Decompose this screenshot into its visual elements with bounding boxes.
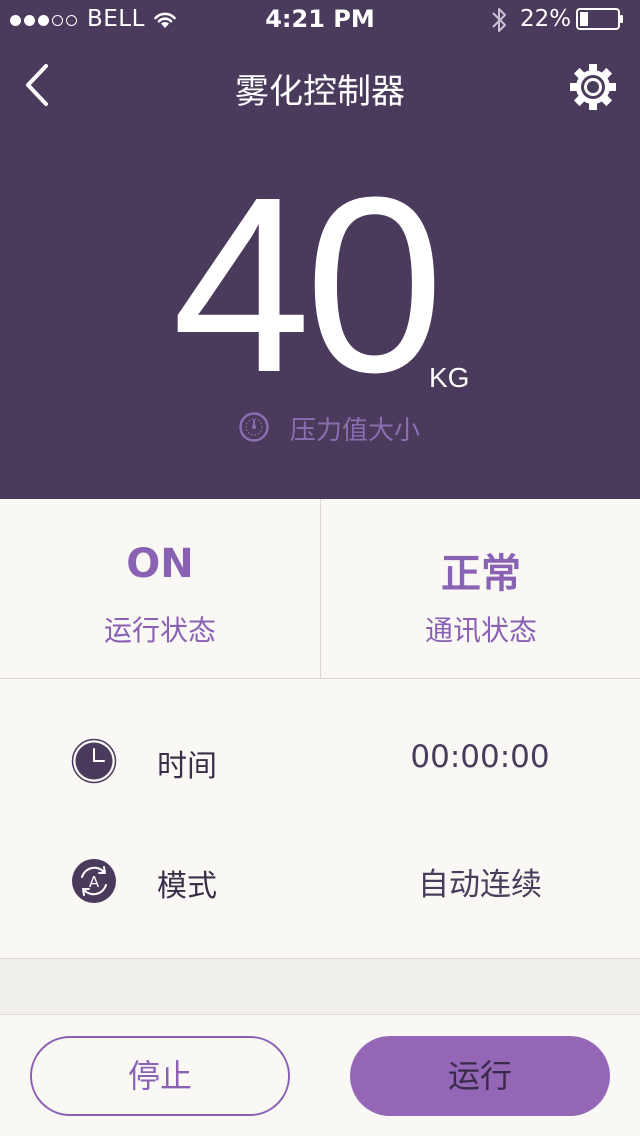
run-status-label: 运行状态 [103,614,216,647]
bluetooth-icon [492,8,506,32]
battery-percentage: 22% [520,6,572,32]
pressure-value: 40 [171,145,444,424]
page-title: 雾化控制器 [235,72,405,112]
battery-icon [576,8,623,30]
time-label: 时间 [157,749,217,784]
controller-screen: BELL 4:21 PM 22% 雾化控制器 40 KG 压力值大小 ON 运行… [0,0,640,1136]
auto-mode-icon: A [72,859,116,903]
mode-value: 自动连续 [418,867,542,903]
pressure-label: 压力值大小 [290,416,421,446]
run-status: ON 运行状态 [0,499,320,679]
comm-status-value: 正常 [441,551,521,597]
stop-button[interactable]: 停止 [30,1036,290,1116]
mode-row[interactable]: A 模式 自动连续 [0,821,640,941]
info-list: 时间 00:00:00 A 模式 自动连续 [0,679,640,959]
status-panel: ON 运行状态 正常 通讯状态 [0,499,640,679]
status-bar: BELL 4:21 PM 22% [0,0,640,40]
clock-icon [71,738,117,784]
section-separator [0,959,640,1015]
run-status-value: ON [126,541,194,587]
comm-status-label: 通讯状态 [424,614,537,647]
run-button[interactable]: 运行 [350,1036,610,1116]
action-bar: 停止 运行 [0,1015,640,1136]
header-panel: BELL 4:21 PM 22% 雾化控制器 40 KG 压力值大小 [0,0,640,499]
mode-label: 模式 [157,869,217,904]
gauge-icon [239,412,269,442]
gear-icon[interactable] [568,62,618,112]
comm-status: 正常 通讯状态 [321,499,640,679]
pressure-unit: KG [429,362,470,393]
svg-text:A: A [89,873,100,891]
time-row: 时间 00:00:00 [0,701,640,821]
time-value: 00:00:00 [410,739,550,775]
